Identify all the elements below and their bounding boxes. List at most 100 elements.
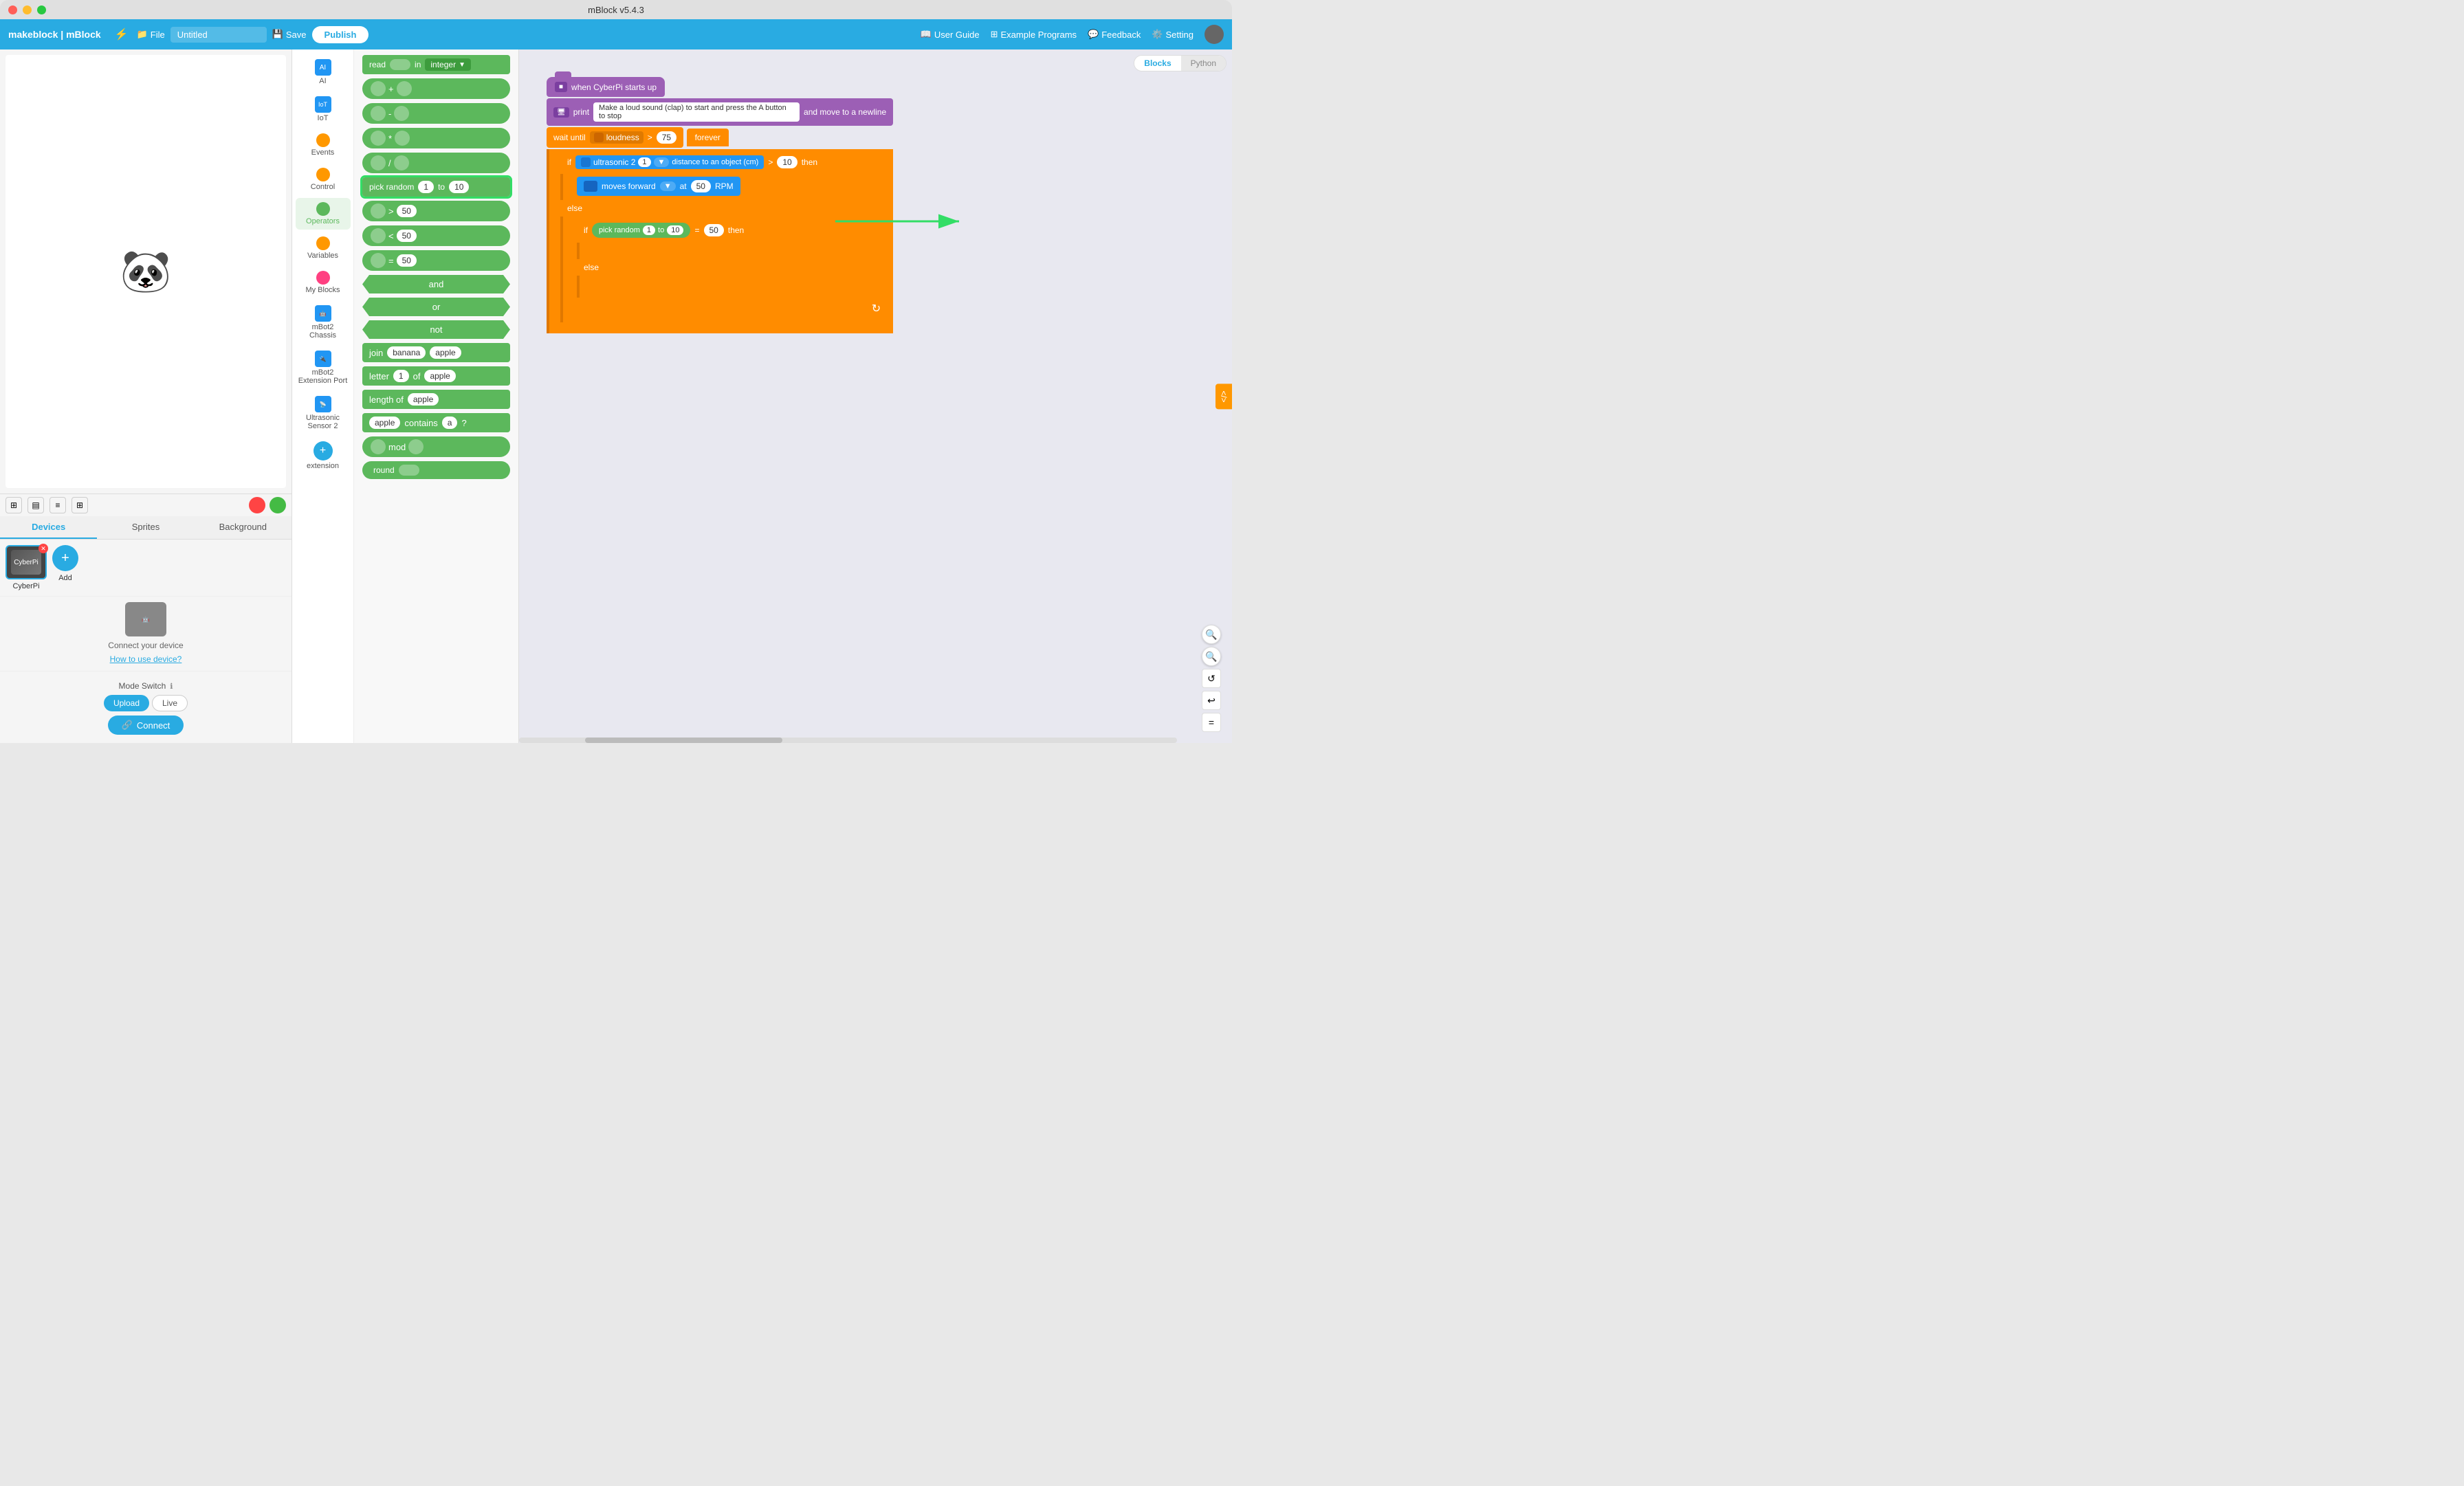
pick-end-input[interactable]: 10 xyxy=(449,181,469,193)
round-block[interactable]: round xyxy=(362,461,510,479)
tab-devices[interactable]: Devices xyxy=(0,516,97,539)
category-ai[interactable]: AI AI xyxy=(296,55,351,89)
device-close-button[interactable]: ✕ xyxy=(38,544,48,553)
undo-button[interactable]: ↩ xyxy=(1202,691,1221,710)
user-guide-link[interactable]: 📖 User Guide xyxy=(921,29,980,40)
or-block[interactable]: or xyxy=(362,298,510,316)
avatar[interactable] xyxy=(1204,25,1224,44)
layout-icon-3[interactable]: ≡ xyxy=(50,497,66,513)
join-b-input[interactable]: apple xyxy=(430,346,461,359)
dist-val-input[interactable]: 10 xyxy=(777,156,797,168)
pick-random-block[interactable]: pick random 1 to 10 xyxy=(362,177,510,197)
extension-plus-button[interactable]: + xyxy=(314,441,333,461)
plus-block[interactable]: + xyxy=(362,78,510,99)
not-block[interactable]: not xyxy=(362,320,510,339)
forward-dropdown[interactable]: ▼ xyxy=(660,181,676,191)
example-programs-link[interactable]: ⊞ Example Programs xyxy=(991,29,1077,40)
category-mbot2ext[interactable]: 🔌 mBot2 Extension Port xyxy=(296,346,351,389)
read-block[interactable]: read in integer ▼ xyxy=(362,55,510,74)
and-block[interactable]: and xyxy=(362,275,510,293)
close-button[interactable] xyxy=(8,5,17,14)
equal-val[interactable]: 50 xyxy=(397,254,417,267)
if-pick-random-block[interactable]: if pick random 1 to 10 = 50 then xyxy=(577,219,751,241)
rpm-val-input[interactable]: 50 xyxy=(691,180,711,192)
pick-10-input[interactable]: 10 xyxy=(667,225,683,235)
when-start-block[interactable]: ■ when CyberPi starts up xyxy=(547,77,665,97)
layout-icon-1[interactable]: ⊞ xyxy=(6,497,22,513)
go-button[interactable] xyxy=(270,497,286,513)
minimize-button[interactable] xyxy=(23,5,32,14)
read-toggle[interactable] xyxy=(390,59,410,70)
loudness-val-input[interactable]: 75 xyxy=(657,131,676,144)
contains-b-input[interactable]: a xyxy=(442,417,458,429)
category-extension[interactable]: + extension xyxy=(296,437,351,474)
feedback-link[interactable]: 💬 Feedback xyxy=(1088,29,1141,40)
pick-1-input[interactable]: 1 xyxy=(643,225,655,235)
code-view-button[interactable]: </> xyxy=(1216,384,1232,409)
greater-val[interactable]: 50 xyxy=(397,205,417,217)
device-thumbnail[interactable]: CyberPi ✕ xyxy=(6,545,47,579)
menu-icon-button[interactable]: ⚡ xyxy=(112,25,131,44)
letter-block[interactable]: letter 1 of apple xyxy=(362,366,510,386)
category-my-blocks[interactable]: My Blocks xyxy=(296,267,351,298)
contains-a-input[interactable]: apple xyxy=(369,417,400,429)
category-ultrasonic[interactable]: 📡 Ultrasonic Sensor 2 xyxy=(296,392,351,434)
greater-block[interactable]: > 50 xyxy=(362,201,510,221)
ultrasonic-num[interactable]: 1 xyxy=(638,157,650,167)
project-title-input[interactable] xyxy=(170,27,267,43)
layout-icon-4[interactable]: ⊞ xyxy=(72,497,88,513)
length-word-input[interactable]: apple xyxy=(408,393,439,406)
minus-block[interactable]: - xyxy=(362,103,510,124)
tab-sprites[interactable]: Sprites xyxy=(97,516,194,539)
eq-val-input[interactable]: 50 xyxy=(704,224,724,236)
join-a-input[interactable]: banana xyxy=(387,346,426,359)
length-block[interactable]: length of apple xyxy=(362,390,510,409)
connect-button[interactable]: 🔗 Connect xyxy=(108,716,184,735)
maximize-button[interactable] xyxy=(37,5,46,14)
horizontal-scrollbar[interactable] xyxy=(519,738,1177,743)
live-mode-button[interactable]: Live xyxy=(152,695,188,711)
pick-from-input[interactable]: 1 xyxy=(418,181,434,193)
upload-mode-button[interactable]: Upload xyxy=(104,695,149,711)
layout-icon-2[interactable]: ▤ xyxy=(28,497,44,513)
stop-button[interactable] xyxy=(249,497,265,513)
zoom-out-button[interactable]: 🔍 xyxy=(1202,647,1221,666)
python-view-tab[interactable]: Python xyxy=(1181,56,1226,71)
if-ultrasonic-block[interactable]: if ultrasonic 2 1 ▼ distance to an objec… xyxy=(560,152,824,173)
equal-block[interactable]: = 50 xyxy=(362,250,510,271)
tab-background[interactable]: Background xyxy=(195,516,292,539)
publish-button[interactable]: Publish xyxy=(312,26,369,43)
blocks-view-tab[interactable]: Blocks xyxy=(1134,56,1180,71)
ultrasonic-dropdown[interactable]: ▼ xyxy=(654,157,670,167)
category-operators[interactable]: Operators xyxy=(296,198,351,230)
file-menu-button[interactable]: 📁 File xyxy=(137,29,165,40)
print-text-input[interactable]: Make a loud sound (clap) to start and pr… xyxy=(593,102,800,122)
forever-block[interactable]: forever xyxy=(687,129,729,146)
less-val[interactable]: 50 xyxy=(397,230,417,242)
join-block[interactable]: join banana apple xyxy=(362,343,510,362)
wait-until-block[interactable]: wait until loudness > 75 xyxy=(547,127,683,148)
equal-button[interactable]: = xyxy=(1202,713,1221,732)
mod-block[interactable]: mod xyxy=(362,436,510,457)
how-to-link[interactable]: How to use device? xyxy=(110,654,182,664)
less-block[interactable]: < 50 xyxy=(362,225,510,246)
zoom-in-button[interactable]: 🔍 xyxy=(1202,625,1221,644)
multiply-block[interactable]: * xyxy=(362,128,510,148)
contains-block[interactable]: apple contains a ? xyxy=(362,413,510,432)
setting-link[interactable]: ⚙️ Setting xyxy=(1152,29,1194,40)
save-button[interactable]: 💾 Save xyxy=(272,29,307,40)
category-control[interactable]: Control xyxy=(296,164,351,195)
category-iot[interactable]: IoT IoT xyxy=(296,92,351,126)
letter-num-input[interactable]: 1 xyxy=(393,370,409,382)
category-events[interactable]: Events xyxy=(296,129,351,161)
letter-word-input[interactable]: apple xyxy=(424,370,455,382)
reset-button[interactable]: ↺ xyxy=(1202,669,1221,688)
round-input[interactable] xyxy=(399,465,419,476)
canvas-area[interactable]: Blocks Python </> ■ when CyberPi starts … xyxy=(519,49,1232,743)
print-block[interactable]: 🖥 print Make a loud sound (clap) to star… xyxy=(547,98,893,126)
add-device-button[interactable]: + xyxy=(52,545,78,571)
read-type-dropdown[interactable]: integer ▼ xyxy=(425,58,471,71)
category-variables[interactable]: Variables xyxy=(296,232,351,264)
moves-forward-block[interactable]: moves forward ▼ at 50 RPM xyxy=(577,177,740,196)
category-mbot2[interactable]: 🤖 mBot2 Chassis xyxy=(296,301,351,344)
